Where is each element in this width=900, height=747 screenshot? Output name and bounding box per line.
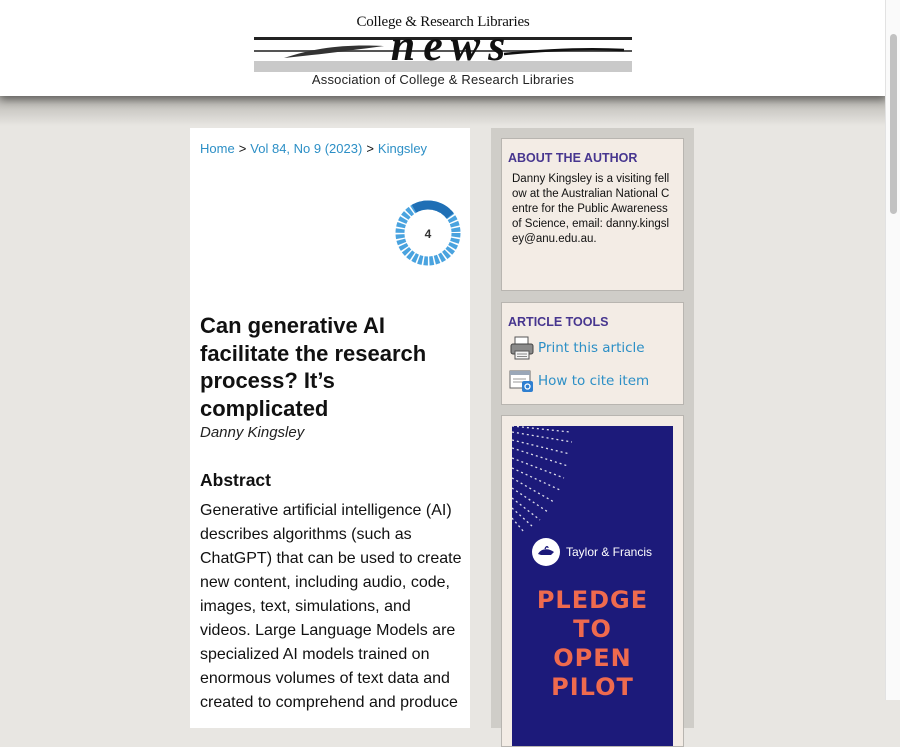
tool-print-article[interactable]: Print this article <box>508 335 645 361</box>
logo-association-name: Association of College & Research Librar… <box>311 72 575 87</box>
taylor-francis-ad[interactable]: Taylor & Francis PLEDGE TO OPEN PILOT <box>512 426 673 746</box>
ad-headline-line: OPEN <box>553 644 632 672</box>
abstract-heading: Abstract <box>200 470 271 490</box>
about-author-heading: ABOUT THE AUTHOR <box>508 151 638 165</box>
svg-text:news: news <box>391 30 513 70</box>
tool-how-to-cite[interactable]: How to cite item <box>508 368 649 394</box>
site-header: College & Research Libraries news Associ… <box>0 0 886 96</box>
header-shadow-band <box>0 96 886 126</box>
about-author-text: Danny Kingsley is a visiting fellow at t… <box>512 173 670 245</box>
ad-headline-line: PILOT <box>551 673 634 701</box>
breadcrumb-home-link[interactable]: Home <box>200 141 235 156</box>
advertisement-block: Taylor & Francis PLEDGE TO OPEN PILOT <box>501 415 684 747</box>
article-author: Danny Kingsley <box>200 424 305 441</box>
printer-icon <box>510 336 534 360</box>
logo-publication-name: College & Research Libraries <box>356 14 530 30</box>
logo-news-wordmark: news <box>254 30 632 72</box>
sidebar: ABOUT THE AUTHOR Danny Kingsley is a vis… <box>491 128 694 747</box>
breadcrumb-separator: > <box>366 141 374 156</box>
taylor-francis-lamp-icon <box>532 538 560 566</box>
vertical-scrollbar[interactable] <box>885 0 900 700</box>
article-tools-heading: ARTICLE TOOLS <box>508 315 609 329</box>
breadcrumb-separator: > <box>238 141 247 156</box>
about-author-block: ABOUT THE AUTHOR Danny Kingsley is a vis… <box>501 138 684 291</box>
article-main: Home > Vol 84, No 9 (2023) > Kingsley 4 Can … <box>190 128 470 728</box>
article-title: Can generative AI facilitate the researc… <box>200 313 427 421</box>
taylor-francis-logo: Taylor & Francis <box>532 538 652 566</box>
site-logo[interactable]: College & Research Libraries news Associ… <box>254 12 632 92</box>
scrollbar-thumb[interactable] <box>890 34 897 214</box>
taylor-francis-brand: Taylor & Francis <box>566 545 653 559</box>
cite-document-icon <box>509 370 533 392</box>
ad-headline-line: PLEDGE <box>536 586 649 614</box>
how-to-cite-link[interactable]: How to cite item <box>538 373 649 389</box>
article-tools-block: ARTICLE TOOLS Print this article How to … <box>501 302 684 405</box>
ad-light-rays <box>512 426 573 533</box>
print-article-link[interactable]: Print this article <box>538 340 645 356</box>
breadcrumb-issue-link[interactable]: Vol 84, No 9 (2023) <box>250 141 362 156</box>
altmetric-badge[interactable]: 4 <box>394 199 462 267</box>
ad-headline-line: TO <box>573 615 612 643</box>
abstract-text: Generative artificial intelligence (AI) … <box>200 502 462 711</box>
breadcrumb: Home > Vol 84, No 9 (2023) > Kingsley <box>200 141 427 156</box>
ad-headline: PLEDGE TO OPEN PILOT <box>512 586 673 702</box>
altmetric-score: 4 <box>425 227 432 241</box>
breadcrumb-current-link[interactable]: Kingsley <box>378 141 427 156</box>
